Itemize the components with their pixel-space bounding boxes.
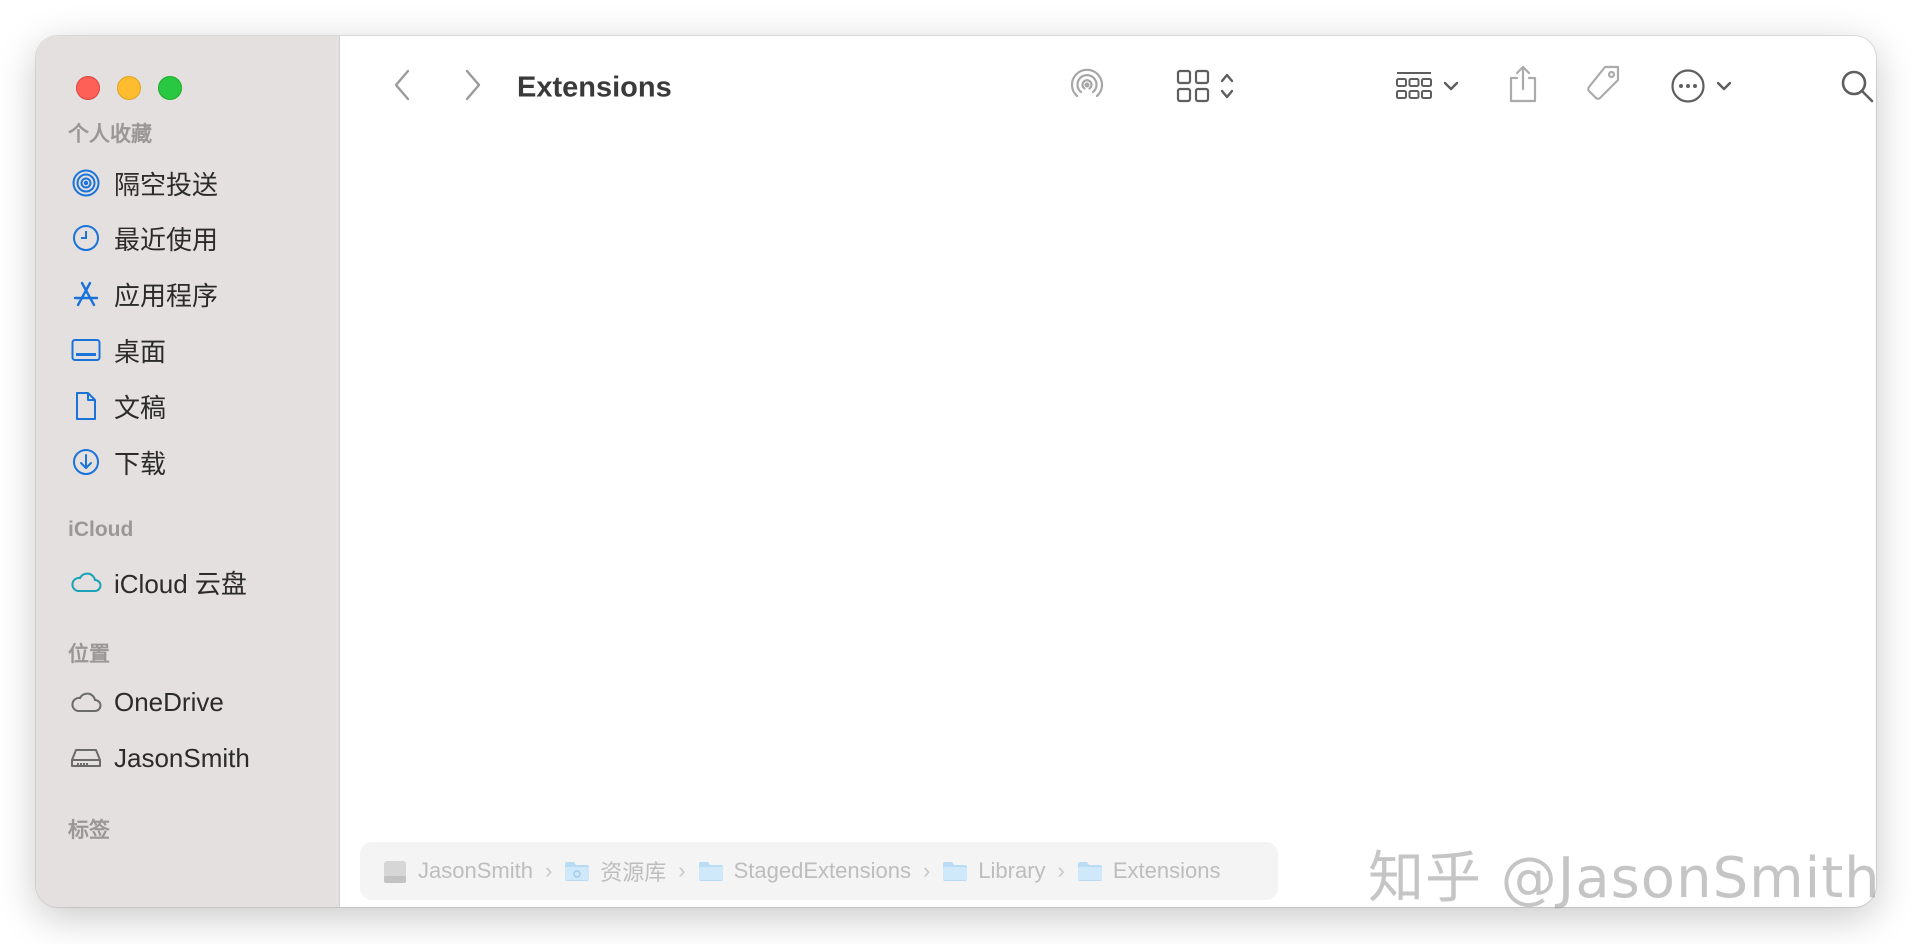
folder-icon: [1077, 860, 1103, 882]
path-crumb-label: 资源库: [600, 860, 667, 885]
chevron-down-icon: [1443, 79, 1459, 97]
applications-icon: [70, 278, 102, 310]
share-icon: [1507, 64, 1539, 109]
chevron-updown-icon: [1220, 72, 1234, 105]
document-icon: [70, 390, 102, 422]
minimize-button[interactable]: [117, 76, 141, 100]
toolbar: Extensions: [339, 36, 1876, 136]
folder-icon: [564, 860, 590, 882]
sidebar-item-label: 应用程序: [114, 280, 219, 311]
sidebar-item-airdrop[interactable]: 隔空投送: [70, 161, 320, 205]
clock-icon: [70, 222, 102, 254]
sidebar-item-label: 桌面: [114, 336, 167, 367]
view-mode-button[interactable]: [1169, 66, 1241, 110]
zoom-button[interactable]: [158, 76, 182, 100]
path-crumb-label: Library: [978, 858, 1046, 883]
chevron-right-icon: ›: [1057, 858, 1065, 883]
sidebar-item-label: 隔空投送: [114, 169, 219, 200]
group-icon: [1395, 70, 1433, 107]
folder-icon: [942, 860, 968, 882]
section-title-icloud: iCloud: [68, 518, 134, 541]
watermark: 知乎 @JasonSmith: [1368, 846, 1881, 911]
more-icon: [1670, 68, 1706, 109]
sidebar-item-icloud-drive[interactable]: iCloud 云盘: [70, 560, 320, 604]
path-crumb-library-cn[interactable]: 资源库: [564, 855, 666, 887]
airdrop-icon: [1068, 67, 1106, 110]
chevron-right-icon: ›: [922, 858, 931, 883]
sidebar-item-documents[interactable]: 文稿: [70, 384, 320, 428]
back-button[interactable]: [385, 64, 419, 110]
sidebar-item-label: 下载: [114, 448, 167, 479]
icon-view-icon: [1176, 69, 1210, 108]
disk-icon: [382, 860, 408, 883]
chevron-down-icon: [1716, 79, 1732, 97]
tag-button[interactable]: [1581, 64, 1625, 108]
group-button[interactable]: [1389, 66, 1465, 110]
forward-icon: [463, 68, 483, 107]
back-icon: [392, 68, 412, 107]
sidebar-item-label: JasonSmith: [114, 742, 250, 773]
share-button[interactable]: [1503, 62, 1543, 110]
path-crumb-disk[interactable]: JasonSmith: [382, 858, 533, 884]
close-button[interactable]: [76, 76, 100, 100]
download-icon: [70, 446, 102, 478]
forward-button[interactable]: [456, 64, 490, 110]
chevron-right-icon: ›: [678, 858, 686, 883]
disk-icon: [70, 742, 102, 774]
search-icon: [1839, 68, 1875, 109]
folder-icon: [698, 860, 724, 882]
path-crumb-label: StagedExtensions: [733, 858, 911, 883]
window-controls: [76, 76, 182, 100]
path-crumb-extensions[interactable]: Extensions: [1077, 858, 1221, 884]
sidebar-item-label: iCloud 云盘: [114, 568, 247, 599]
finder-window: 个人收藏 隔空投送 最近使用 应用程序 桌面 文稿 下载 iCloud iClo…: [36, 36, 1876, 907]
sidebar-item-label: OneDrive: [114, 686, 224, 717]
sidebar-item-label: 最近使用: [114, 224, 219, 255]
search-button[interactable]: [1835, 66, 1876, 110]
section-title-tags: 标签: [68, 819, 110, 842]
desktop-icon: [70, 334, 102, 366]
path-bar: JasonSmith › 资源库 › StagedExtensions › Li…: [360, 842, 1278, 900]
path-crumb-label: Extensions: [1112, 858, 1221, 883]
airdrop-button[interactable]: [1065, 66, 1109, 110]
sidebar-item-disk[interactable]: JasonSmith: [70, 736, 320, 780]
window-title: Extensions: [517, 71, 672, 104]
sidebar-item-applications[interactable]: 应用程序: [70, 272, 320, 316]
path-crumb-label: JasonSmith: [418, 858, 533, 883]
sidebar-item-onedrive[interactable]: OneDrive: [70, 680, 320, 724]
airdrop-icon: [70, 167, 102, 199]
chevron-right-icon: ›: [544, 858, 553, 883]
more-button[interactable]: [1665, 66, 1737, 110]
icloud-icon: [70, 566, 102, 598]
sidebar-item-label: 文稿: [114, 392, 167, 423]
file-list-area[interactable]: [339, 136, 1876, 837]
section-title-favorites: 个人收藏: [68, 123, 152, 146]
path-crumb-staged[interactable]: StagedExtensions: [698, 858, 911, 884]
cloud-icon: [70, 686, 102, 718]
path-crumb-library[interactable]: Library: [942, 858, 1046, 884]
sidebar: 个人收藏 隔空投送 最近使用 应用程序 桌面 文稿 下载 iCloud iClo…: [36, 36, 340, 907]
section-title-locations: 位置: [68, 643, 110, 666]
sidebar-item-downloads[interactable]: 下载: [70, 440, 320, 484]
tag-icon: [1583, 64, 1623, 109]
sidebar-item-recents[interactable]: 最近使用: [70, 216, 320, 260]
sidebar-item-desktop[interactable]: 桌面: [70, 328, 320, 372]
